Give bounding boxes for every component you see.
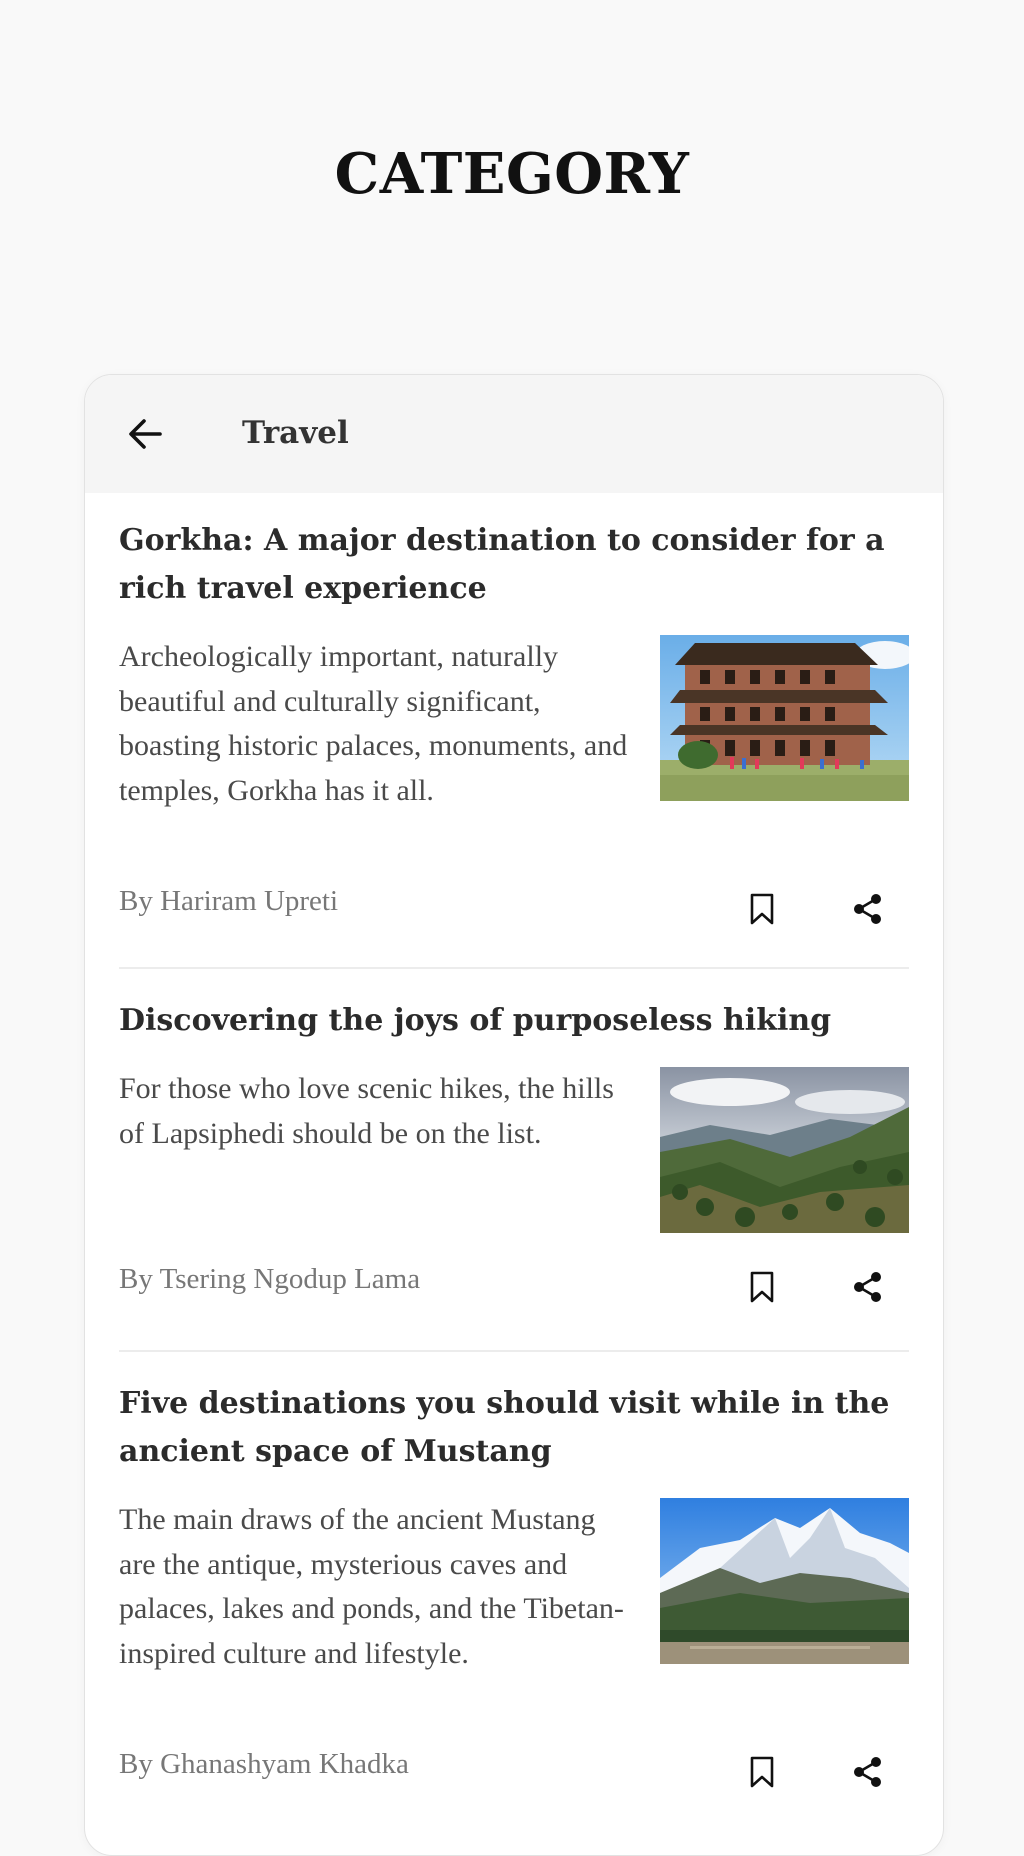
article-author: By Tsering Ngodup Lama [119, 1263, 421, 1295]
article-item[interactable]: Five destinations you should visit while… [119, 1380, 909, 1788]
bookmark-icon [750, 1756, 774, 1788]
green-hills-photo [660, 1067, 909, 1233]
category-card: Travel Gorkha: A major destination to co… [84, 374, 944, 1856]
bookmark-button[interactable] [742, 889, 782, 929]
article-title[interactable]: Five destinations you should visit while… [119, 1380, 909, 1476]
share-button[interactable] [847, 1267, 887, 1307]
article-title[interactable]: Gorkha: A major destination to consider … [119, 517, 909, 613]
brick-palace-photo [660, 635, 909, 801]
article-title[interactable]: Discovering the joys of purposeless hiki… [119, 997, 909, 1045]
page-title: CATEGORY [334, 141, 690, 207]
article-body: For those who love scenic hikes, the hil… [119, 1067, 909, 1233]
article-divider [119, 967, 909, 969]
arrow-left-icon [129, 419, 162, 449]
bookmark-icon [750, 1271, 774, 1303]
bookmark-button[interactable] [742, 1752, 782, 1792]
article-body: The main draws of the ancient Mustang ar… [119, 1498, 909, 1676]
category-title: Travel [242, 415, 349, 451]
share-icon [854, 894, 881, 924]
bookmark-button[interactable] [742, 1267, 782, 1307]
card-header: Travel [85, 375, 943, 493]
bookmark-icon [750, 893, 774, 925]
share-icon [854, 1757, 881, 1787]
article-summary: The main draws of the ancient Mustang ar… [119, 1503, 624, 1670]
article-thumbnail[interactable] [660, 1067, 909, 1233]
article-divider [119, 1350, 909, 1352]
article-item[interactable]: Discovering the joys of purposeless hiki… [119, 997, 909, 1303]
snow-mountain-photo [660, 1498, 909, 1664]
article-author: By Ghanashyam Khadka [119, 1748, 409, 1780]
article-body: Archeologically important, naturally bea… [119, 635, 909, 813]
share-icon [854, 1272, 881, 1302]
article-thumbnail[interactable] [660, 1498, 909, 1664]
share-button[interactable] [847, 1752, 887, 1792]
article-author: By Hariram Upreti [119, 885, 339, 917]
back-button[interactable] [121, 409, 171, 459]
article-summary: For those who love scenic hikes, the hil… [119, 1072, 614, 1150]
share-button[interactable] [847, 889, 887, 929]
article-thumbnail[interactable] [660, 635, 909, 801]
article-summary: Archeologically important, naturally bea… [119, 640, 628, 807]
article-item[interactable]: Gorkha: A major destination to consider … [119, 517, 909, 925]
